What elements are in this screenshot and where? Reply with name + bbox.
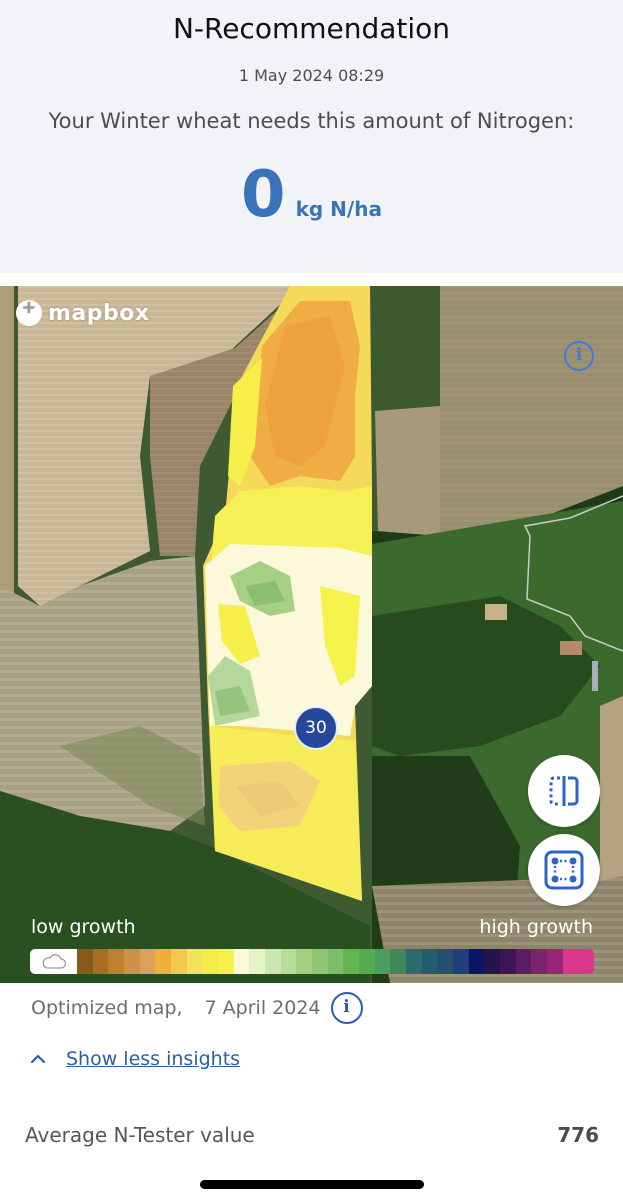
metric-label: Average N-Tester value xyxy=(25,1123,255,1147)
legend-swatch xyxy=(265,949,281,974)
nitrogen-prompt: Your Winter wheat needs this amount of N… xyxy=(48,109,575,133)
metric-row: Average N-Tester value 776 xyxy=(25,1123,599,1147)
mapbox-logo-text: mapbox xyxy=(48,300,150,326)
legend-swatch xyxy=(562,949,594,974)
cloud-icon xyxy=(42,953,66,969)
legend-swatch xyxy=(280,949,297,974)
legend-swatch xyxy=(390,949,407,974)
mapbox-logo-icon xyxy=(16,297,42,326)
legend-high-label: high growth xyxy=(479,916,593,938)
chevron-up-icon xyxy=(30,1054,46,1064)
legend-swatch xyxy=(186,949,203,974)
nitrogen-amount-value: 0 xyxy=(241,158,286,232)
metric-value: 776 xyxy=(557,1123,599,1147)
nitrogen-amount-unit: kg N/ha xyxy=(295,197,382,221)
show-less-insights-link[interactable]: Show less insights xyxy=(66,1048,240,1070)
recommendation-header: N-Recommendation 1 May 2024 08:29 Your W… xyxy=(0,0,623,273)
legend-swatch xyxy=(359,949,375,974)
legend-swatch xyxy=(296,949,313,974)
split-view-icon xyxy=(549,776,579,806)
select-area-button[interactable] xyxy=(528,834,600,906)
legend-swatch xyxy=(218,949,234,974)
page-title: N-Recommendation xyxy=(172,12,451,45)
split-view-button[interactable] xyxy=(528,755,600,827)
legend-swatch xyxy=(421,949,438,974)
legend-swatch xyxy=(547,949,563,974)
map-source-info-icon[interactable]: i xyxy=(330,992,363,1024)
legend-swatch xyxy=(500,949,516,974)
insights-toggle[interactable]: Show less insights xyxy=(28,1048,240,1070)
nitrogen-amount: 0 kg N/ha xyxy=(0,160,623,230)
select-area-icon xyxy=(544,850,584,890)
legend-swatch xyxy=(312,949,328,974)
legend-swatch xyxy=(124,949,140,974)
growth-legend xyxy=(30,949,594,974)
zone-badge[interactable]: 30 xyxy=(294,706,338,750)
legend-swatch xyxy=(453,949,469,974)
no-data-swatch xyxy=(30,949,77,974)
legend-swatch xyxy=(155,949,172,974)
legend-swatch xyxy=(484,949,501,974)
map-source-label: Optimized map, xyxy=(31,997,183,1019)
legend-swatch xyxy=(139,949,156,974)
legend-swatch xyxy=(77,949,93,974)
legend-swatch xyxy=(437,949,454,974)
legend-swatch xyxy=(249,949,266,974)
map-source-date: 7 April 2024 xyxy=(204,997,321,1019)
legend-swatch xyxy=(171,949,187,974)
home-indicator[interactable] xyxy=(200,1180,424,1189)
legend-swatch xyxy=(327,949,344,974)
legend-swatch xyxy=(374,949,391,974)
recommendation-timestamp: 1 May 2024 08:29 xyxy=(238,66,385,85)
legend-swatch xyxy=(343,949,360,974)
legend-swatch xyxy=(233,949,250,974)
legend-swatch xyxy=(92,949,109,974)
mapbox-logo[interactable]: mapbox xyxy=(16,297,150,326)
legend-swatch xyxy=(202,949,219,974)
field-map[interactable]: mapbox i 30 low growth high growth xyxy=(0,286,623,983)
map-source: Optimized map, 7 April 2024 i xyxy=(31,992,363,1024)
legend-swatch xyxy=(515,949,532,974)
legend-swatch xyxy=(468,949,485,974)
legend-swatch xyxy=(406,949,422,974)
legend-swatch xyxy=(531,949,548,974)
legend-low-label: low growth xyxy=(31,916,136,938)
legend-swatch xyxy=(108,949,125,974)
map-info-icon[interactable]: i xyxy=(564,341,594,371)
